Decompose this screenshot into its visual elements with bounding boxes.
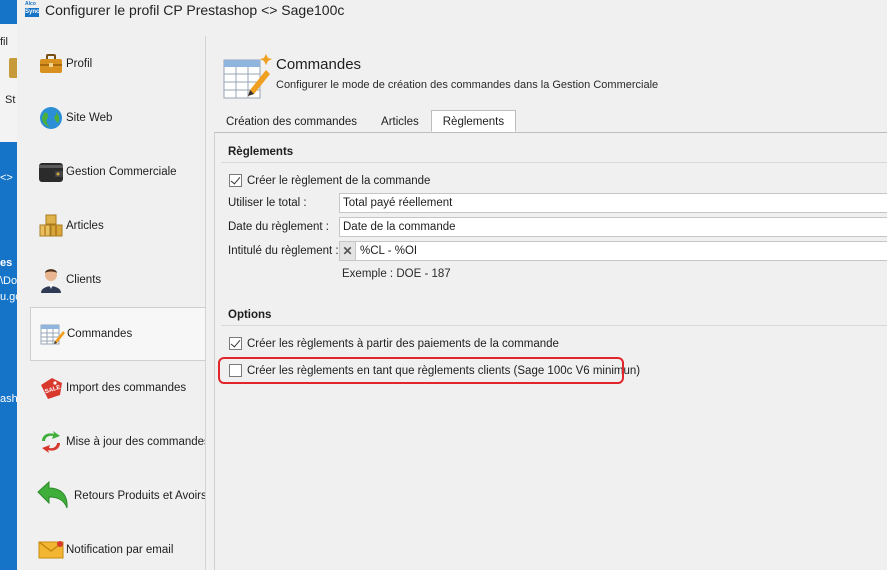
background-app-strip: fil St <> es \Do u.go ash	[0, 0, 17, 570]
sidebar-item-label: Notification par email	[66, 544, 174, 556]
payment-title-field[interactable]: ✕ %CL - %OI	[339, 241, 887, 261]
sidebar-item-label: Import des commandes	[66, 382, 187, 394]
envelope-icon	[38, 537, 64, 563]
create-payment-checkbox[interactable]: Créer le règlement de la commande	[229, 174, 430, 187]
background-text: St	[5, 94, 16, 106]
globe-icon	[38, 105, 64, 131]
sidebar-item-mise-a-jour-commandes[interactable]: Mise à jour des commandes	[30, 415, 210, 469]
payment-title-label: Intitulé du règlement :	[228, 245, 339, 257]
order-sheet-icon	[222, 52, 272, 102]
sidebar-item-label: Site Web	[66, 112, 113, 124]
sidebar-item-retours-produits[interactable]: Retours Produits et Avoirs	[30, 469, 207, 523]
sidebar-item-label: Clients	[66, 274, 102, 286]
tab-creation-commandes[interactable]: Création des commandes	[214, 110, 369, 132]
background-text: es	[0, 257, 13, 269]
section-divider	[221, 325, 887, 326]
sidebar-item-label: Gestion Commerciale	[66, 166, 177, 178]
payment-title-example: Exemple : DOE - 187	[342, 268, 451, 280]
use-total-field[interactable]: Total payé réellement	[339, 193, 887, 213]
section-title-reglements: Règlements	[228, 146, 294, 158]
sidebar-item-label: Profil	[66, 58, 93, 70]
sidebar-item-label: Commandes	[67, 328, 133, 340]
section-divider	[221, 162, 887, 163]
sidebar-nav: Profil Site Web Gestion Commerciale Arti…	[30, 36, 210, 570]
payment-date-field[interactable]: Date de la commande	[339, 217, 887, 237]
app-logo-icon: Alco Sync	[25, 1, 40, 17]
from-payments-checkbox[interactable]: Créer les règlements à partir des paieme…	[229, 337, 559, 350]
sidebar-item-articles[interactable]: Articles	[30, 199, 206, 253]
checkbox-box[interactable]	[229, 337, 242, 350]
background-text: <>	[0, 172, 13, 184]
main-content: Commandes Configurer le mode de création…	[206, 36, 887, 570]
highlight-annotation	[218, 357, 624, 384]
clear-icon[interactable]: ✕	[340, 242, 356, 260]
payment-date-label: Date du règlement :	[228, 221, 330, 233]
tab-panel-reglements: Règlements Créer le règlement de la comm…	[214, 132, 887, 570]
background-text: u.go	[0, 291, 17, 303]
page-title: Commandes	[276, 56, 362, 73]
refresh-arrows-icon	[38, 429, 64, 455]
checkbox-box[interactable]	[229, 174, 242, 187]
page-subtitle: Configurer le mode de création des comma…	[276, 79, 659, 91]
use-total-label: Utiliser le total :	[228, 197, 307, 209]
sidebar-item-site-web[interactable]: Site Web	[30, 91, 206, 145]
title-bar: Alco Sync Configurer le profil CP Presta…	[17, 0, 887, 24]
window-title: Configurer le profil CP Prestashop <> Sa…	[45, 2, 345, 18]
checkbox-label: Créer les règlements à partir des paieme…	[247, 337, 559, 350]
sidebar-item-label: Mise à jour des commandes	[66, 436, 210, 448]
sale-tag-icon: SALE	[38, 375, 64, 401]
tab-articles[interactable]: Articles	[369, 110, 431, 132]
boxes-icon	[38, 213, 64, 239]
order-sheet-icon	[39, 321, 65, 347]
sidebar-item-label: Retours Produits et Avoirs	[74, 490, 207, 502]
sidebar-item-import-commandes[interactable]: SALE Import des commandes	[30, 361, 206, 415]
payment-title-value: %CL - %OI	[360, 245, 418, 257]
sidebar-item-clients[interactable]: Clients	[30, 253, 206, 307]
tab-reglements[interactable]: Règlements	[430, 110, 517, 132]
sidebar-item-label: Articles	[66, 220, 104, 232]
return-arrow-icon	[36, 479, 70, 513]
wallet-icon	[38, 159, 64, 185]
sidebar-item-profil[interactable]: Profil	[30, 37, 206, 91]
background-text: \Do	[0, 275, 17, 287]
sidebar-item-gestion-commerciale[interactable]: Gestion Commerciale	[30, 145, 206, 199]
checkbox-label: Créer le règlement de la commande	[247, 174, 431, 187]
person-icon	[38, 267, 64, 293]
tab-bar: Création des commandes Articles Règlemen…	[214, 110, 517, 132]
background-text: fil	[0, 36, 8, 48]
section-title-options: Options	[228, 309, 272, 321]
briefcase-icon	[38, 51, 64, 77]
sidebar-item-commandes[interactable]: Commandes	[30, 307, 206, 361]
background-app-icon	[9, 58, 17, 78]
background-text: ash	[0, 393, 17, 405]
sidebar-item-notification-email[interactable]: Notification par email	[30, 523, 206, 570]
